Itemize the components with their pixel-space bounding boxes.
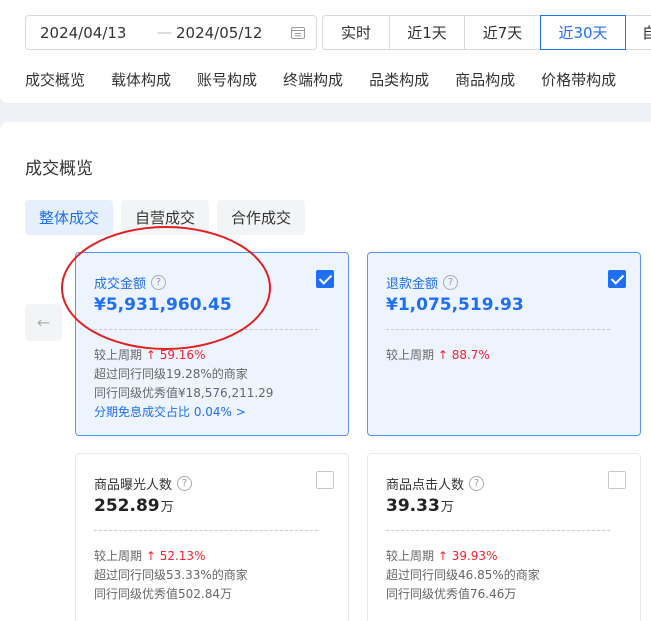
range-7day-button[interactable]: 近7天 (464, 15, 541, 50)
metric-value: 39.33 (386, 496, 440, 516)
metric-details: 较上周期 ↑ 39.93% 超过同行同级46.85%的商家 同行同级优秀值76.… (386, 547, 540, 604)
metric-details: 较上周期 ↑ 88.7% (386, 346, 490, 365)
tab-product[interactable]: 商品构成 (455, 69, 515, 90)
date-separator: — (157, 23, 172, 41)
range-1day-button[interactable]: 近1天 (389, 15, 465, 50)
start-date[interactable]: 2024/04/13 (40, 24, 126, 42)
compare-label: 较上周期 (386, 549, 435, 563)
range-realtime-button[interactable]: 实时 (322, 15, 390, 50)
installment-link[interactable]: 分期免息成交占比 0.04% > (94, 403, 273, 422)
divider (386, 329, 610, 330)
compare-value: ↑ 52.13% (145, 549, 206, 563)
range-button-group: 实时 近1天 近7天 近30天 自 (322, 15, 651, 50)
range-30day-button[interactable]: 近30天 (540, 15, 626, 50)
tab-category[interactable]: 品类构成 (369, 69, 429, 90)
range-custom-button[interactable]: 自 (625, 15, 651, 50)
date-range-picker[interactable]: 2024/04/13 — 2024/05/12 (25, 15, 317, 50)
tab-terminal[interactable]: 终端构成 (283, 69, 343, 90)
metric-label-wrap: 退款金额 ? (386, 273, 459, 292)
help-icon[interactable]: ? (151, 275, 167, 290)
metric-unit: 万 (160, 500, 174, 515)
metric-label-wrap: 成交金额 ? (94, 273, 167, 292)
sub-tab-bar: 成交概览 载体构成 账号构成 终端构成 品类构成 商品构成 价格带构成 (25, 69, 642, 90)
divider (386, 530, 610, 531)
peer-excellent-text: 同行同级优秀值502.84万 (94, 587, 232, 601)
metric-details: 较上周期 ↑ 59.16% 超过同行同级19.28%的商家 同行同级优秀值¥18… (94, 346, 273, 422)
metric-label: 成交金额 (94, 277, 147, 292)
metric-details: 较上周期 ↑ 52.13% 超过同行同级53.33%的商家 同行同级优秀值502… (94, 547, 248, 604)
calendar-icon[interactable] (291, 26, 305, 39)
metric-card-clicks[interactable]: 商品点击人数 ? 39.33万 较上周期 ↑ 39.93% 超过同行同级46.8… (367, 453, 641, 621)
tab-carrier[interactable]: 载体构成 (111, 69, 171, 90)
help-icon[interactable]: ? (177, 476, 193, 491)
metric-value-wrap: 252.89万 (94, 496, 174, 516)
metric-card-gmv[interactable]: 成交金额 ? ¥5,931,960.45 较上周期 ↑ 59.16% 超过同行同… (75, 252, 349, 436)
metric-label-wrap: 商品曝光人数 ? (94, 474, 193, 493)
metric-label: 商品曝光人数 (94, 478, 173, 493)
metric-card-exposure[interactable]: 商品曝光人数 ? 252.89万 较上周期 ↑ 52.13% 超过同行同级53.… (75, 453, 349, 621)
metric-label-wrap: 商品点击人数 ? (386, 474, 485, 493)
compare-label: 较上周期 (386, 348, 435, 362)
compare-value: ↑ 39.93% (437, 549, 498, 563)
metric-value: ¥5,931,960.45 (94, 295, 232, 315)
end-date[interactable]: 2024/05/12 (176, 24, 262, 42)
metric-value: 252.89 (94, 496, 160, 516)
prev-arrow-button[interactable]: ← (25, 304, 62, 341)
metric-checkbox[interactable] (608, 471, 626, 489)
peer-rank-text: 超过同行同级53.33%的商家 (94, 568, 248, 582)
metric-label: 商品点击人数 (386, 478, 465, 493)
metric-checkbox[interactable] (316, 270, 334, 288)
section-title: 成交概览 (25, 159, 93, 179)
metric-card-refund[interactable]: 退款金额 ? ¥1,075,519.93 较上周期 ↑ 88.7% (367, 252, 641, 436)
help-icon[interactable]: ? (469, 476, 485, 491)
filter-bar: 2024/04/13 — 2024/05/12 实时 近1天 近7天 近30天 … (0, 0, 651, 103)
metric-value: ¥1,075,519.93 (386, 295, 524, 315)
compare-label: 较上周期 (94, 549, 143, 563)
compare-label: 较上周期 (94, 348, 143, 362)
scope-tab-cooperation[interactable]: 合作成交 (217, 200, 306, 235)
tab-deal-overview[interactable]: 成交概览 (25, 69, 85, 90)
divider (94, 329, 318, 330)
metric-unit: 万 (440, 500, 454, 515)
divider (94, 530, 318, 531)
metric-value-wrap: 39.33万 (386, 496, 454, 516)
scope-tab-self-operated[interactable]: 自营成交 (121, 200, 210, 235)
metric-checkbox[interactable] (316, 471, 334, 489)
compare-value: ↑ 88.7% (437, 348, 490, 362)
scope-tab-group: 整体成交 自营成交 合作成交 (25, 200, 313, 235)
peer-excellent-text: 同行同级优秀值¥18,576,211.29 (94, 386, 274, 400)
metric-label: 退款金额 (386, 277, 439, 292)
peer-rank-text: 超过同行同级19.28%的商家 (94, 367, 248, 381)
compare-value: ↑ 59.16% (145, 348, 206, 362)
peer-excellent-text: 同行同级优秀值76.46万 (386, 587, 517, 601)
tab-account[interactable]: 账号构成 (197, 69, 257, 90)
metric-checkbox[interactable] (608, 270, 626, 288)
help-icon[interactable]: ? (443, 275, 459, 290)
scope-tab-overall[interactable]: 整体成交 (25, 200, 114, 235)
peer-rank-text: 超过同行同级46.85%的商家 (386, 568, 540, 582)
tab-price-band[interactable]: 价格带构成 (541, 69, 616, 90)
